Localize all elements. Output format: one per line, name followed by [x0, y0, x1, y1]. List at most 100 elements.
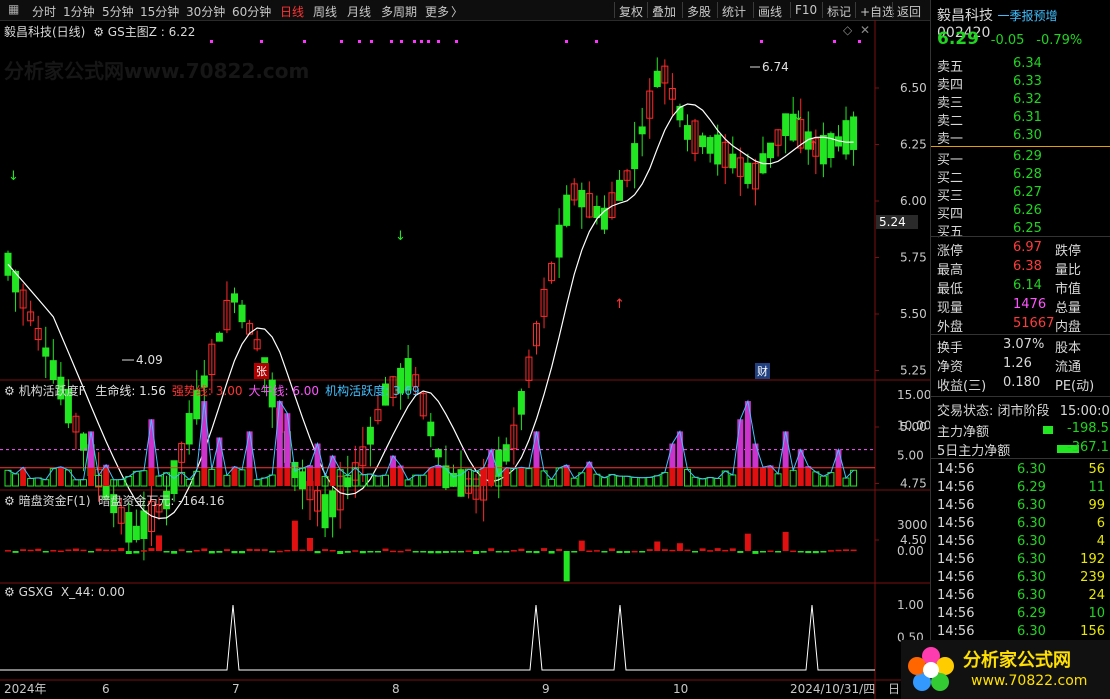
- order-book-row[interactable]: 买四 6.26: [931, 203, 1110, 222]
- order-book-row[interactable]: 买一 6.29: [931, 149, 1110, 168]
- order-price: 6.25: [1013, 221, 1042, 236]
- toolbar-button-0[interactable]: 复权: [619, 3, 643, 20]
- stat-value: 6.38: [1013, 259, 1042, 274]
- settings-icon[interactable]: ⚙: [4, 494, 15, 508]
- panel3-title[interactable]: 暗盘资金F(1): [19, 494, 91, 508]
- main-indicator-name[interactable]: GS主图Z: [108, 25, 157, 39]
- tab-10[interactable]: 更多: [425, 3, 449, 20]
- darkpool-bar: [306, 538, 313, 551]
- darkpool-bar: [661, 549, 668, 551]
- activity-bar-top: [752, 443, 759, 468]
- tab-9[interactable]: 多周期: [381, 3, 417, 20]
- order-book-row[interactable]: 卖三 6.32: [931, 92, 1110, 111]
- darkpool-bar: [337, 551, 344, 555]
- tick-price: 6.30: [1017, 570, 1046, 585]
- candle-body: [517, 391, 525, 415]
- darkpool-bar: [269, 551, 276, 553]
- toolbar-handle-icon[interactable]: ▦: [8, 2, 19, 16]
- darkpool-bar: [412, 551, 419, 553]
- candle-body: [563, 194, 571, 226]
- tab-1[interactable]: 1分钟: [63, 3, 95, 20]
- stat-label: 最低: [937, 282, 964, 297]
- settings-icon[interactable]: ⚙: [4, 384, 15, 398]
- tab-6[interactable]: 日线: [280, 3, 304, 20]
- panel4-title[interactable]: GSXG: [19, 585, 53, 599]
- activity-bar: [789, 469, 797, 487]
- toolbar-button-6[interactable]: 标记: [827, 3, 851, 20]
- tab-5[interactable]: 60分钟: [232, 3, 271, 20]
- tab-7[interactable]: 周线: [313, 3, 337, 20]
- signal-dot: [413, 40, 416, 43]
- candle-body: [366, 426, 374, 445]
- settings-icon[interactable]: ⚙: [93, 25, 104, 39]
- order-book-row[interactable]: 买三 6.27: [931, 185, 1110, 204]
- darkpool-bar: [50, 550, 57, 552]
- order-price: 6.30: [1013, 128, 1042, 143]
- signal-dot: [437, 40, 440, 43]
- activity-bar: [563, 467, 570, 486]
- candle-body: [699, 135, 707, 148]
- stat-value: 1476: [1013, 297, 1047, 312]
- candle-body: [49, 360, 57, 380]
- order-book-row[interactable]: 卖五 6.34: [931, 56, 1110, 75]
- panel-close-icon[interactable]: ✕: [860, 23, 870, 37]
- fund-flow-row[interactable]: 5日主力净额 -367.1: [931, 440, 1110, 459]
- moving-average-line[interactable]: [7, 103, 854, 520]
- candle-body: [767, 142, 775, 159]
- activity-bar: [835, 467, 842, 486]
- panel-diamond-icon[interactable]: ◇: [843, 23, 852, 37]
- tab-0[interactable]: 分时: [32, 3, 56, 20]
- tab-2[interactable]: 5分钟: [102, 3, 134, 20]
- stats-row: 收益(三) 0.180 PE(动): [931, 375, 1110, 394]
- sell-arrow-icon: ↑: [614, 297, 625, 312]
- tab-8[interactable]: 月线: [347, 3, 371, 20]
- tick-time: 14:56: [937, 462, 975, 477]
- candle-body: [42, 347, 50, 357]
- x-axis-label: 2024/10/31/四: [790, 682, 875, 696]
- darkpool-bar: [450, 551, 457, 553]
- tab-4[interactable]: 30分钟: [186, 3, 225, 20]
- darkpool-bar: [684, 549, 691, 552]
- toolbar-button-2[interactable]: 多股: [687, 3, 711, 20]
- fund-flow-row[interactable]: 主力净额 -198.5: [931, 421, 1110, 440]
- news-tag[interactable]: 一季报预增: [997, 9, 1057, 23]
- tab-3[interactable]: 15分钟: [140, 3, 179, 20]
- order-book-row[interactable]: 卖一 6.30: [931, 128, 1110, 147]
- activity-bar: [231, 467, 238, 486]
- stat-label: 净资: [937, 360, 964, 375]
- toolbar-button-8[interactable]: 返回: [897, 3, 921, 20]
- toolbar-button-5[interactable]: F10: [795, 3, 817, 17]
- activity-bar: [797, 467, 804, 486]
- toolbar-button-1[interactable]: 叠加: [652, 3, 676, 20]
- flower-logo-icon: [908, 647, 954, 691]
- order-book-row[interactable]: 买二 6.28: [931, 167, 1110, 186]
- price-change-pct: -0.79%: [1036, 33, 1083, 48]
- tick-row: 14:56 6.29 10: [931, 606, 1110, 624]
- darkpool-bar: [533, 551, 540, 554]
- darkpool-bar: [631, 550, 638, 553]
- signal-dot: [427, 40, 430, 43]
- activity-bar: [268, 474, 276, 487]
- toolbar-button-4[interactable]: 画线: [758, 3, 782, 20]
- buy-arrow-icon: ↓: [8, 169, 19, 184]
- limit-up-marker[interactable]: 张: [254, 363, 269, 379]
- settings-icon[interactable]: ⚙: [4, 585, 15, 599]
- activity-bar: [155, 475, 163, 487]
- toolbar-divider: [614, 2, 615, 18]
- more-chevron-icon[interactable]: 〉: [451, 3, 463, 20]
- candle-body: [140, 510, 148, 539]
- order-book-row[interactable]: 卖四 6.33: [931, 74, 1110, 93]
- activity-bar-top: [201, 401, 208, 468]
- candle-body: [434, 448, 442, 458]
- activity-bar: [827, 472, 835, 487]
- signal-dot: [760, 40, 763, 43]
- order-price: 6.26: [1013, 203, 1042, 218]
- darkpool-bar: [57, 550, 64, 553]
- toolbar-button-7[interactable]: +自选: [860, 3, 894, 20]
- financial-report-marker[interactable]: 财: [755, 363, 770, 379]
- panel2-title[interactable]: 机构活跃度F: [19, 384, 86, 398]
- tick-row: 14:56 6.30 56: [931, 462, 1110, 480]
- toolbar-button-3[interactable]: 统计: [722, 3, 746, 20]
- darkpool-bar: [352, 550, 359, 552]
- order-book-row[interactable]: 卖二 6.31: [931, 110, 1110, 129]
